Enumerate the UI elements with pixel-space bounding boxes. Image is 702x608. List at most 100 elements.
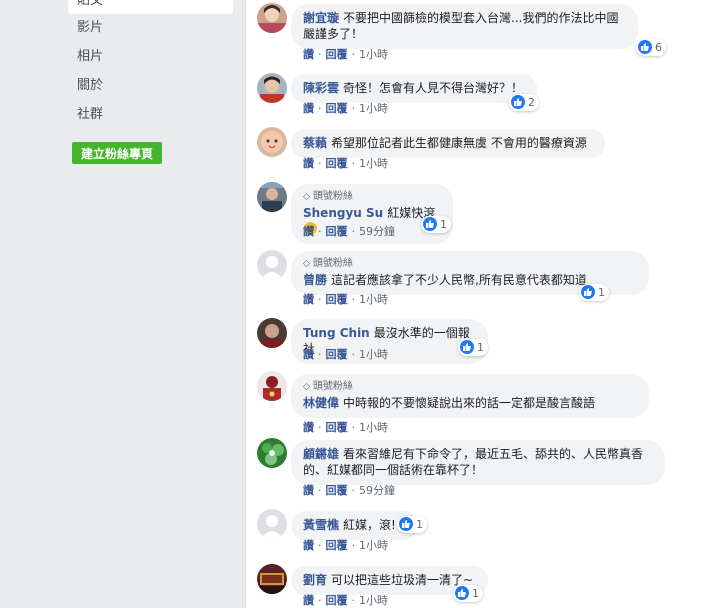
comment-time[interactable]: 59分鐘 xyxy=(359,225,395,238)
sidebar-item-label: 貼文 xyxy=(77,0,104,8)
reply-link[interactable]: 回覆 xyxy=(326,102,348,115)
reply-link[interactable]: 回覆 xyxy=(326,225,348,238)
comment-author[interactable]: Shengyu Su xyxy=(303,206,383,220)
avatar[interactable] xyxy=(257,73,287,103)
sidebar-item-community[interactable]: 社群 xyxy=(68,102,233,128)
reply-link[interactable]: 回覆 xyxy=(326,48,348,61)
comment-text: 希望那位記者此生都健康無虞 不會用的醫療資源 xyxy=(331,136,587,150)
like-link[interactable]: 讚 xyxy=(303,484,314,497)
avatar[interactable] xyxy=(257,371,287,401)
comment-author[interactable]: 曾勝 xyxy=(303,273,327,287)
sidebar-item-label: 相片 xyxy=(77,49,104,64)
default-avatar-icon xyxy=(257,509,287,539)
avatar-photo-icon xyxy=(257,73,287,103)
comment-text: 紅媒，滾! xyxy=(343,518,396,532)
reply-link[interactable]: 回覆 xyxy=(326,293,348,306)
comment-actions: 讚 · 回覆 · 1小時 xyxy=(303,48,388,61)
comment-time[interactable]: 59分鐘 xyxy=(359,484,395,497)
reply-link[interactable]: 回覆 xyxy=(326,594,348,607)
avatar-photo-icon xyxy=(257,3,287,33)
reaction-count[interactable]: 1 xyxy=(458,339,488,356)
avatar-photo-icon xyxy=(257,564,287,594)
sidebar-item-photos[interactable]: 相片 xyxy=(68,44,233,70)
comment-time[interactable]: 1小時 xyxy=(359,157,388,170)
comment-bubble: 謝宜璇 不要把中國篩檢的模型套入台灣...我們的作法比中國嚴謹多了！ xyxy=(291,4,638,49)
page-sidebar: 貼文 影片 相片 關於 社群 建立粉絲專頁 xyxy=(0,0,245,608)
comment-author[interactable]: 蔡藾 xyxy=(303,136,327,150)
sidebar-item-label: 關於 xyxy=(77,78,104,93)
sidebar-item-label: 影片 xyxy=(77,20,104,35)
avatar-photo-icon xyxy=(257,371,287,401)
comment-text: 奇怪！怎會有人見不得台灣好？！ xyxy=(343,81,524,95)
avatar[interactable] xyxy=(257,250,287,280)
like-icon xyxy=(581,285,595,299)
comment-author[interactable]: 陳彩雲 xyxy=(303,81,339,95)
create-page-button[interactable]: 建立粉絲專頁 xyxy=(72,142,163,164)
top-fan-badge: ◇ 頭號粉絲 xyxy=(303,258,353,269)
avatar-photo-icon xyxy=(257,182,287,212)
comment-time[interactable]: 1小時 xyxy=(359,293,388,306)
comment-time[interactable]: 1小時 xyxy=(359,348,388,361)
avatar[interactable] xyxy=(257,318,287,348)
like-link[interactable]: 讚 xyxy=(303,539,314,552)
like-icon xyxy=(460,340,474,354)
sidebar-item-about[interactable]: 關於 xyxy=(68,73,233,99)
like-icon xyxy=(511,95,525,109)
reaction-count[interactable]: 1 xyxy=(453,585,483,602)
reaction-count[interactable]: 6 xyxy=(636,39,666,56)
comment-author[interactable]: 謝宜璇 xyxy=(303,11,339,25)
sidebar-item-videos[interactable]: 影片 xyxy=(68,15,233,41)
comment-author[interactable]: 黃雪樵 xyxy=(303,518,339,532)
comment-time[interactable]: 1小時 xyxy=(359,421,388,434)
like-link[interactable]: 讚 xyxy=(303,225,314,238)
comment-actions: 讚 · 回覆 · 1小時 xyxy=(303,293,388,306)
sidebar-item-posts[interactable]: 貼文 xyxy=(68,0,233,14)
top-fan-badge: ◇ 頭號粉絲 xyxy=(303,191,353,202)
avatar-photo-icon xyxy=(257,318,287,348)
comment-actions: 讚 · 回覆 · 1小時 xyxy=(303,539,388,552)
reaction-count[interactable]: 1 xyxy=(579,284,609,301)
avatar[interactable] xyxy=(257,127,287,157)
like-link[interactable]: 讚 xyxy=(303,48,314,61)
top-fan-badge: ◇ 頭號粉絲 xyxy=(303,381,353,392)
comment-author[interactable]: 顧鏘雄 xyxy=(303,447,339,461)
like-link[interactable]: 讚 xyxy=(303,157,314,170)
reaction-count[interactable]: 1 xyxy=(397,516,427,533)
like-link[interactable]: 讚 xyxy=(303,348,314,361)
comment-bubble: 蔡藾 希望那位記者此生都健康無虞 不會用的醫療資源 xyxy=(291,129,605,158)
like-icon xyxy=(455,586,469,600)
avatar[interactable] xyxy=(257,3,287,33)
avatar[interactable] xyxy=(257,438,287,468)
like-link[interactable]: 讚 xyxy=(303,421,314,434)
comment-actions: 讚 · 回覆 · 1小時 xyxy=(303,157,388,170)
reply-link[interactable]: 回覆 xyxy=(326,157,348,170)
comment-author[interactable]: Tung Chin xyxy=(303,326,370,340)
avatar[interactable] xyxy=(257,182,287,212)
reaction-count[interactable]: 2 xyxy=(509,94,539,111)
comment-time[interactable]: 1小時 xyxy=(359,594,388,607)
comment-author[interactable]: 劉育 xyxy=(303,573,327,587)
comment-author[interactable]: 林健偉 xyxy=(303,396,339,410)
comment-time[interactable]: 1小時 xyxy=(359,48,388,61)
like-icon xyxy=(638,40,652,54)
reply-link[interactable]: 回覆 xyxy=(326,421,348,434)
diamond-icon: ◇ xyxy=(303,192,310,202)
like-link[interactable]: 讚 xyxy=(303,293,314,306)
reply-link[interactable]: 回覆 xyxy=(326,348,348,361)
reaction-count[interactable]: 1 xyxy=(421,216,451,233)
sidebar-item-label: 社群 xyxy=(77,107,104,122)
like-link[interactable]: 讚 xyxy=(303,102,314,115)
comment-time[interactable]: 1小時 xyxy=(359,102,388,115)
comment-actions: 讚 · 回覆 · 1小時 xyxy=(303,594,388,607)
default-avatar-icon xyxy=(257,250,287,280)
comment-text: 這記者應該拿了不少人民幣,所有民意代表都知道 xyxy=(331,273,587,287)
comment-text: 看來習維尼有下命令了，最近五毛、舔共的、人民幣真香的、紅媒都同一個話術在靠杯了！ xyxy=(303,447,644,477)
comment-text: 中時報的不要懷疑說出來的話一定都是酸言酸語 xyxy=(343,396,596,410)
reply-link[interactable]: 回覆 xyxy=(326,539,348,552)
avatar-photo-icon xyxy=(257,127,287,157)
avatar[interactable] xyxy=(257,564,287,594)
like-link[interactable]: 讚 xyxy=(303,594,314,607)
comment-time[interactable]: 1小時 xyxy=(359,539,388,552)
avatar[interactable] xyxy=(257,509,287,539)
reply-link[interactable]: 回覆 xyxy=(326,484,348,497)
